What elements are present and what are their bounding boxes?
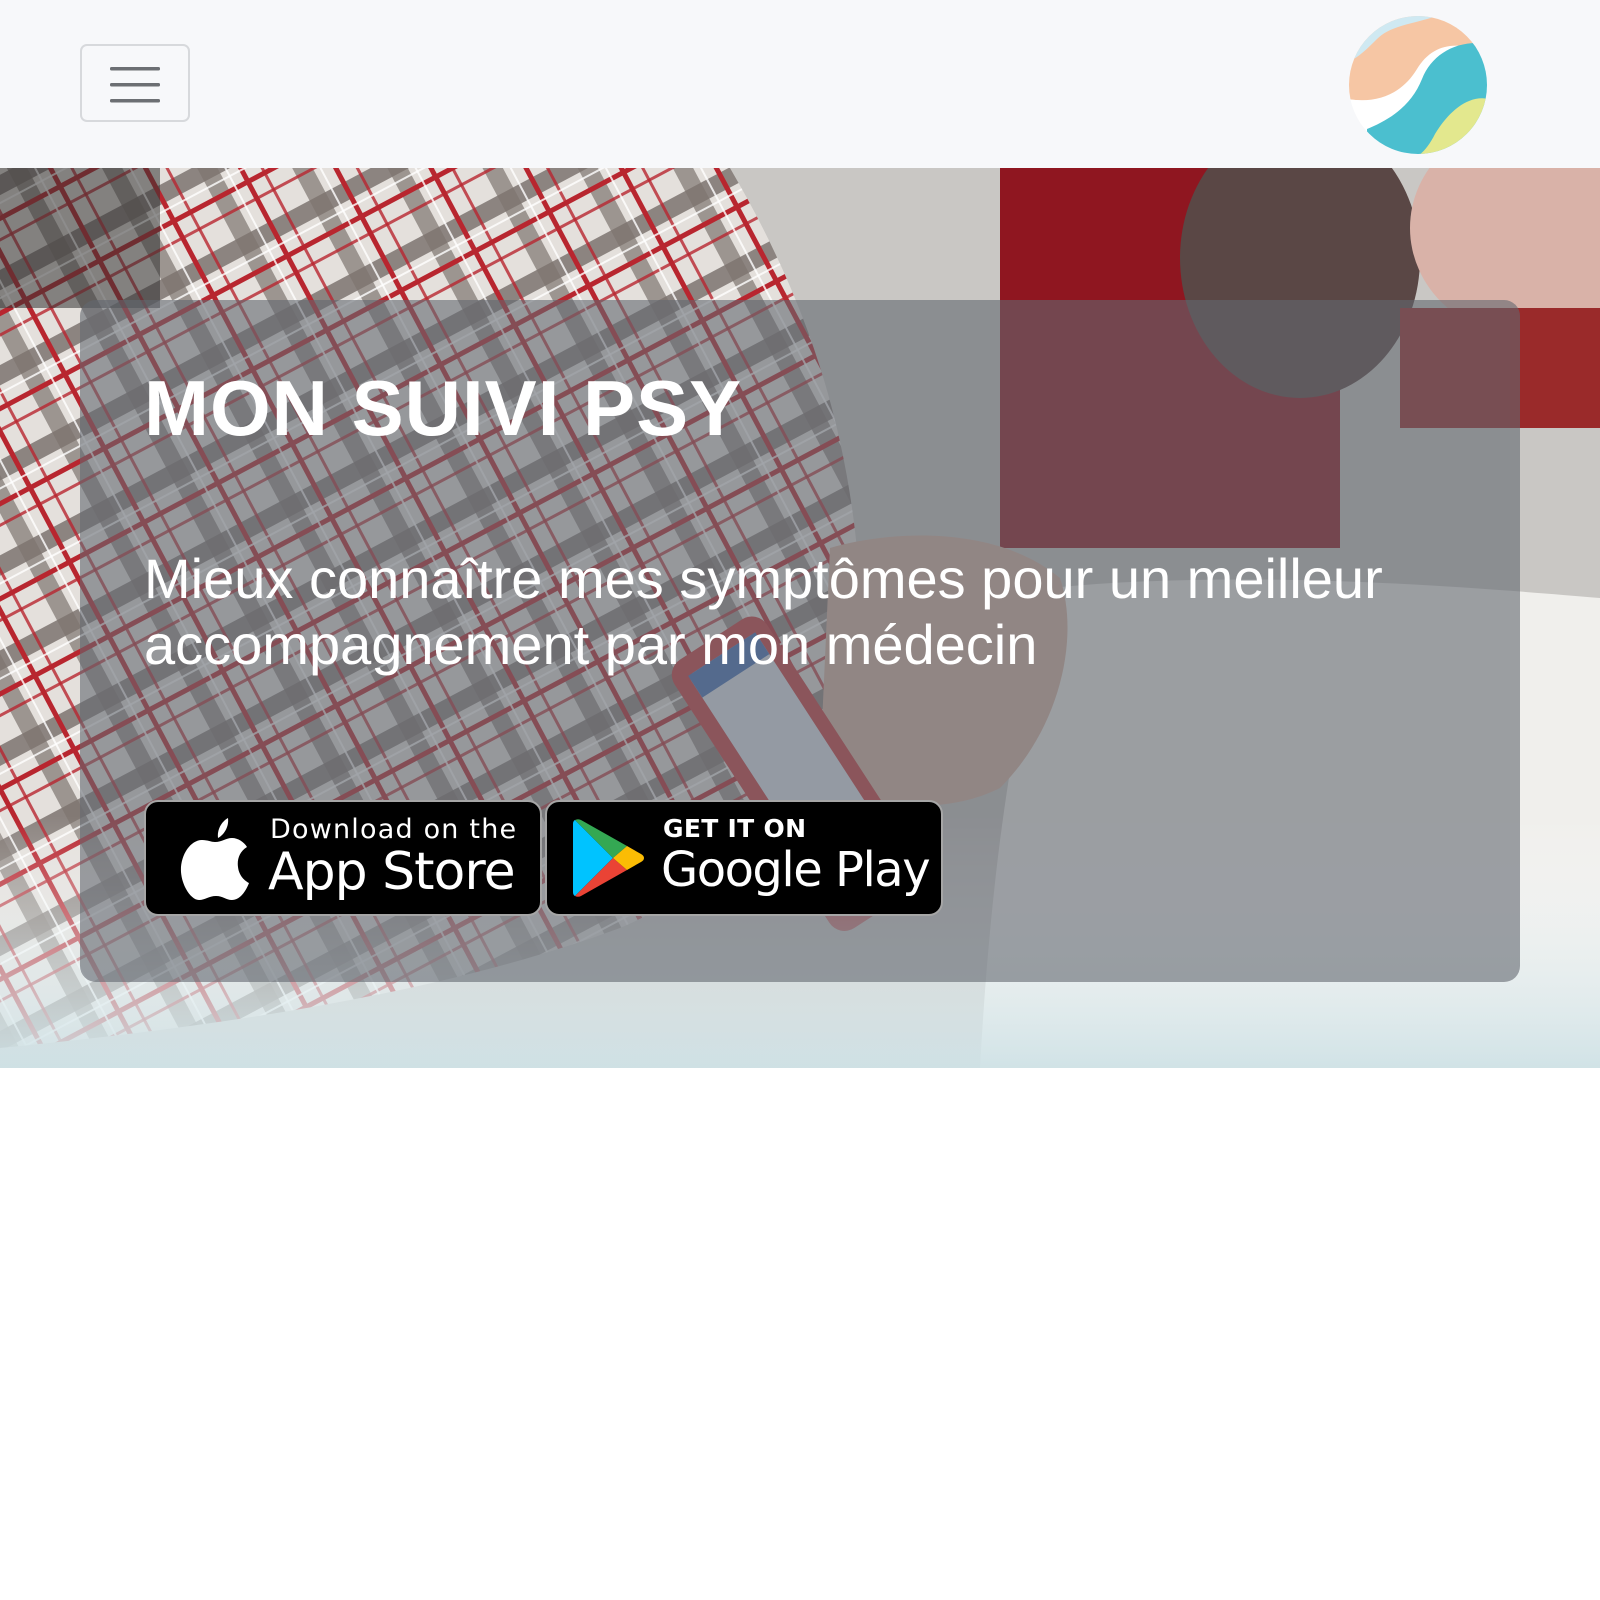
google-play-badge[interactable]: GET IT ON Google Play [545, 800, 943, 916]
logo-icon[interactable] [1347, 14, 1489, 156]
page-title: MON SUIVI PSY [144, 364, 743, 452]
app-store-badge[interactable]: Download on the App Store [144, 800, 542, 916]
apple-icon [180, 818, 249, 900]
badge-small-text: Download on the [270, 814, 518, 845]
hero-section: MON SUIVI PSY Mieux connaître mes symptô… [0, 168, 1600, 1068]
hamburger-menu-icon [110, 67, 160, 103]
google-play-icon [573, 819, 644, 897]
hero-subtitle: Mieux connaître mes symptômes pour un me… [144, 547, 1383, 676]
badge-store-name: Google Play [661, 842, 931, 898]
menu-toggle-button[interactable] [80, 44, 190, 122]
navbar [0, 0, 1600, 168]
hero-card: MON SUIVI PSY Mieux connaître mes symptô… [80, 300, 1520, 982]
badge-store-name: App Store [268, 842, 516, 902]
badge-small-text: GET IT ON [663, 814, 807, 843]
